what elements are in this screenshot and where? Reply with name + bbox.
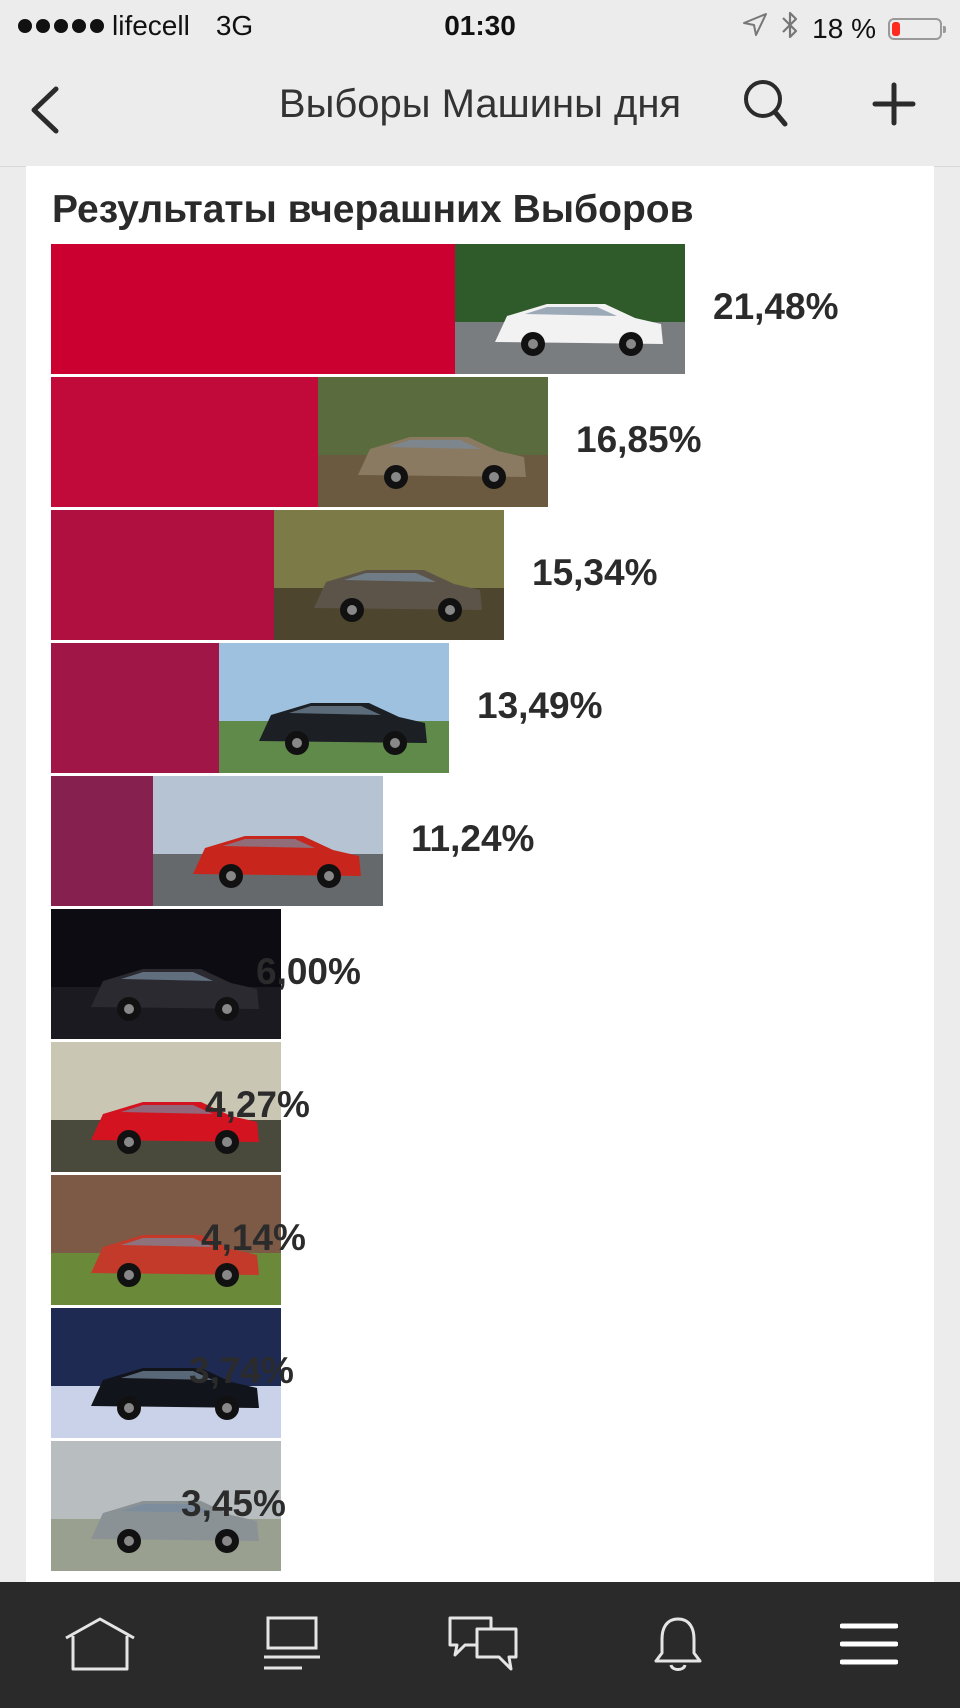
- bar-row[interactable]: 3,45%: [51, 1441, 286, 1571]
- bar-row[interactable]: 4,14%: [51, 1175, 306, 1305]
- menu-icon: [840, 1623, 898, 1665]
- messages-icon: [448, 1616, 518, 1671]
- bar-row[interactable]: 4,27%: [51, 1042, 310, 1172]
- home-icon: [65, 1617, 135, 1671]
- status-left: lifecell 3G: [18, 10, 253, 42]
- bar-value-label: 11,24%: [411, 818, 535, 859]
- notifications-bell-icon: [654, 1617, 702, 1671]
- red-coupe-girl-photo[interactable]: [153, 776, 383, 906]
- back-button[interactable]: [18, 82, 72, 138]
- bar-row[interactable]: 21,48%: [51, 244, 839, 374]
- network-type: 3G: [215, 10, 254, 41]
- search-icon: [744, 80, 788, 127]
- bar-row[interactable]: 6,00%: [51, 909, 361, 1039]
- feed-icon: [264, 1616, 320, 1670]
- white-sedan-photo[interactable]: [455, 244, 685, 374]
- search-button[interactable]: [736, 74, 796, 134]
- bar-row[interactable]: 11,24%: [51, 776, 534, 906]
- bar: [51, 643, 219, 773]
- results-card: Результаты вчерашних Выборов 21,48% 16,85…: [26, 166, 934, 1582]
- bar: [51, 776, 153, 906]
- muddy-pickup-photo[interactable]: [318, 377, 548, 507]
- tab-menu[interactable]: [824, 1604, 914, 1684]
- bar-value-label: 4,14%: [201, 1217, 306, 1258]
- bluetooth-icon: [780, 10, 800, 47]
- tab-bar: [0, 1582, 960, 1708]
- location-arrow-icon: [742, 12, 768, 45]
- bar-row[interactable]: 16,85%: [51, 377, 702, 507]
- bar: [51, 377, 318, 507]
- tab-feed[interactable]: [247, 1604, 337, 1684]
- night-car-photo[interactable]: [51, 909, 281, 1039]
- bar: [51, 244, 455, 374]
- muddy-suv-photo[interactable]: [274, 510, 504, 640]
- tab-messages[interactable]: [438, 1604, 528, 1684]
- bar-row[interactable]: 13,49%: [51, 643, 603, 773]
- add-button[interactable]: [864, 74, 924, 134]
- black-sedan-girl-photo[interactable]: [219, 643, 449, 773]
- battery-percent: 18 %: [812, 12, 876, 44]
- bar-row[interactable]: 3,74%: [51, 1308, 294, 1438]
- bar-value-label: 3,74%: [189, 1350, 294, 1391]
- page-title: Выборы Машины дня: [278, 82, 682, 126]
- bar-value-label: 21,48%: [713, 286, 839, 327]
- status-bar: lifecell 3G 01:30 18 %: [0, 0, 960, 54]
- tab-notifications[interactable]: [633, 1604, 723, 1684]
- status-right: 18 %: [742, 10, 946, 47]
- bar-value-label: 13,49%: [477, 685, 603, 726]
- bar-value-label: 3,45%: [181, 1483, 286, 1524]
- carrier-name: lifecell: [112, 10, 190, 41]
- navigation-bar: Выборы Машины дня: [0, 54, 960, 167]
- bar-value-label: 4,27%: [205, 1084, 310, 1125]
- chevron-left-icon: [31, 86, 59, 134]
- bar-value-label: 16,85%: [576, 419, 702, 460]
- bar-row[interactable]: 15,34%: [51, 510, 658, 640]
- results-bar-chart: 21,48% 16,85% 15,34% 13,49% 11,24% 6,00% 4,27%…: [26, 166, 934, 1582]
- plus-icon: [872, 82, 916, 126]
- battery-icon: [888, 17, 946, 40]
- bar-value-label: 6,00%: [256, 951, 361, 992]
- bar: [51, 510, 274, 640]
- signal-dots-icon: [18, 19, 104, 33]
- bar-value-label: 15,34%: [532, 552, 658, 593]
- battery-level: [892, 21, 900, 36]
- tab-home[interactable]: [55, 1604, 145, 1684]
